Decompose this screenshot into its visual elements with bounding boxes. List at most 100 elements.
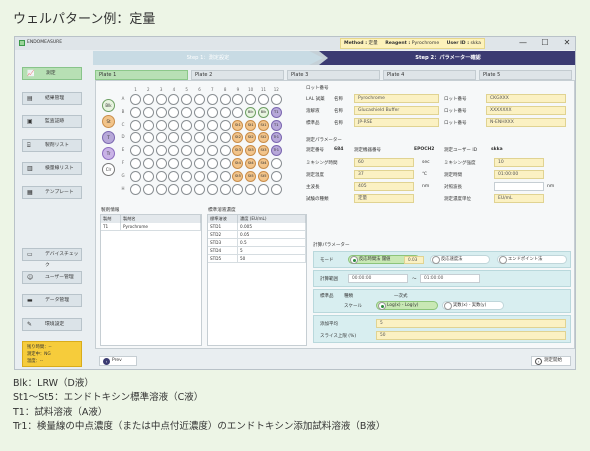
plate-well[interactable] <box>155 94 167 105</box>
legend-well-clr[interactable]: Clr <box>102 163 115 176</box>
plate-well[interactable]: St4 <box>258 158 269 169</box>
plate-well[interactable] <box>168 119 180 131</box>
plate-well[interactable]: Tr1 <box>270 145 282 157</box>
plate-well[interactable] <box>155 106 167 118</box>
sidebar-item-products[interactable]: ⌸ 製剤リスト <box>22 139 82 152</box>
plate-well[interactable] <box>142 106 154 118</box>
plate-well[interactable] <box>181 106 193 118</box>
plate-well[interactable] <box>168 170 180 182</box>
sidebar-item-templates[interactable]: ▦ テンプレート <box>22 186 82 199</box>
mix-field[interactable]: 10 <box>494 158 544 167</box>
maximize-icon[interactable]: ☐ <box>537 37 553 50</box>
plate-well[interactable] <box>219 158 231 169</box>
plate-well[interactable] <box>258 183 269 195</box>
plate-well[interactable]: St2 <box>258 132 269 144</box>
time-field[interactable]: 01:00:00 <box>494 170 544 179</box>
plate-well[interactable] <box>155 183 167 195</box>
start-measure-button[interactable]: › 測定開始 <box>531 356 571 366</box>
plate-well[interactable]: T1 <box>270 119 282 131</box>
plate-well[interactable]: St1 <box>245 119 257 131</box>
plate-well[interactable] <box>194 158 205 169</box>
tab-plate-5[interactable]: Plate 5 <box>479 70 572 80</box>
plate-well[interactable] <box>130 119 141 131</box>
plate-well[interactable] <box>142 158 154 169</box>
tab-plate-1[interactable]: Plate 1 <box>95 70 188 80</box>
plate-well[interactable]: T1 <box>270 106 282 118</box>
plate-well[interactable] <box>130 94 141 105</box>
plate-well[interactable] <box>130 158 141 169</box>
plate-well[interactable] <box>258 94 269 105</box>
plate-well[interactable] <box>155 132 167 144</box>
standard-name-field[interactable]: JP-RSE <box>354 118 439 127</box>
plate-well[interactable] <box>181 119 193 131</box>
buffer-lot-field[interactable]: XXXXXXX <box>486 106 566 115</box>
plate-well[interactable] <box>142 183 154 195</box>
ref-field[interactable] <box>494 182 544 191</box>
plate-well[interactable] <box>168 132 180 144</box>
plate-well[interactable] <box>206 94 218 105</box>
plate-well[interactable]: Tr1 <box>270 132 282 144</box>
plate-well[interactable] <box>219 170 231 182</box>
scale-option-real[interactable]: 実数(x) - 実数(y) <box>442 301 504 310</box>
plate-well[interactable] <box>219 106 231 118</box>
plate-well[interactable]: St2 <box>245 132 257 144</box>
tab-plate-2[interactable]: Plate 2 <box>191 70 284 80</box>
plate-well[interactable]: Blk <box>245 106 257 118</box>
plate-well[interactable] <box>155 119 167 131</box>
plate-well[interactable] <box>232 183 244 195</box>
plate-well[interactable] <box>219 94 231 105</box>
plate-well[interactable]: St4 <box>245 158 257 169</box>
plate-well[interactable] <box>194 183 205 195</box>
plate-well[interactable] <box>155 145 167 157</box>
plate-well[interactable]: St3 <box>245 145 257 157</box>
plate-well[interactable] <box>142 145 154 157</box>
sidebar-item-audit[interactable]: ▣ 監査証跡 <box>22 115 82 128</box>
sidebar-item-settings[interactable]: ✎ 環境設定 <box>22 318 82 331</box>
reagent-lot-field[interactable]: CKGXXX <box>486 94 566 103</box>
sidebar-item-device-check[interactable]: ▭ デバイスチェック <box>22 248 82 268</box>
plate-well[interactable]: St5 <box>232 170 244 182</box>
plate-well[interactable] <box>232 94 244 105</box>
plate-well[interactable] <box>155 170 167 182</box>
range-to-field[interactable]: 01:00:00 <box>420 274 480 283</box>
minimize-icon[interactable]: — <box>515 37 531 50</box>
plate-well[interactable] <box>142 132 154 144</box>
plate-well[interactable]: St2 <box>232 132 244 144</box>
plate-well[interactable] <box>168 145 180 157</box>
plate-well[interactable] <box>194 145 205 157</box>
legend-well-tr[interactable]: Tr <box>102 147 115 160</box>
plate-well[interactable]: Blk <box>258 106 269 118</box>
tab-plate-4[interactable]: Plate 4 <box>383 70 476 80</box>
prev-button[interactable]: ‹ Prev <box>99 356 137 366</box>
plate-well[interactable] <box>194 119 205 131</box>
sidebar-item-measure[interactable]: 📈 測定 <box>22 67 82 80</box>
plate-well[interactable] <box>206 119 218 131</box>
plate-well[interactable] <box>206 106 218 118</box>
plate-well[interactable] <box>206 132 218 144</box>
plate-well[interactable] <box>181 132 193 144</box>
legend-well-t[interactable]: T <box>102 131 115 144</box>
plate-well[interactable] <box>219 119 231 131</box>
ratio-field[interactable]: 50 <box>376 331 566 340</box>
pre-field[interactable]: 60 <box>354 158 414 167</box>
plate-well[interactable] <box>232 106 244 118</box>
legend-well-st[interactable]: St <box>102 115 115 128</box>
plate-well[interactable] <box>155 158 167 169</box>
plate-well[interactable] <box>130 132 141 144</box>
plate-well[interactable]: St4 <box>232 158 244 169</box>
sidebar-item-curves[interactable]: ▥ 検量線リスト <box>22 162 82 175</box>
plate-well[interactable]: St3 <box>232 145 244 157</box>
tab-plate-3[interactable]: Plate 3 <box>287 70 380 80</box>
plate-well[interactable] <box>168 183 180 195</box>
plate-well[interactable] <box>130 183 141 195</box>
plate-well[interactable] <box>245 94 257 105</box>
plate-well[interactable] <box>206 158 218 169</box>
plate-well[interactable] <box>206 170 218 182</box>
close-icon[interactable]: ✕ <box>559 37 575 50</box>
plate-well[interactable]: St1 <box>258 119 269 131</box>
plate-well[interactable] <box>194 170 205 182</box>
repeat-field[interactable]: 5 <box>376 319 566 328</box>
reagent-name-field[interactable]: Pyrochrome <box>354 94 439 103</box>
plate-well[interactable] <box>142 94 154 105</box>
plate-well[interactable] <box>181 94 193 105</box>
